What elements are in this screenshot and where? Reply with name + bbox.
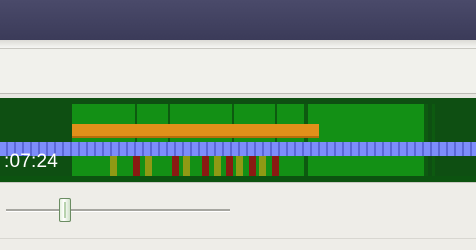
marker-olive[interactable] [145, 156, 152, 176]
marker-red[interactable] [249, 156, 256, 176]
title-bar-edge [0, 40, 476, 49]
toolbar-area [0, 49, 476, 93]
marker-olive[interactable] [236, 156, 243, 176]
lower-panel [0, 182, 476, 250]
timecode-label: :07:24 [4, 151, 59, 172]
toolbar-divider [0, 93, 476, 94]
zoom-slider-track[interactable] [6, 209, 230, 212]
marker-olive[interactable] [214, 156, 221, 176]
marker-red[interactable] [272, 156, 279, 176]
marker-olive[interactable] [183, 156, 190, 176]
marker-olive[interactable] [259, 156, 266, 176]
marker-red[interactable] [133, 156, 140, 176]
orange-clip-bar[interactable] [72, 124, 319, 138]
panel-divider [0, 238, 476, 239]
marker-red[interactable] [172, 156, 179, 176]
window-title-bar [0, 0, 476, 40]
marker-red[interactable] [202, 156, 209, 176]
timeline-ruler[interactable] [0, 142, 476, 156]
marker-olive[interactable] [110, 156, 117, 176]
zoom-slider-thumb[interactable] [59, 198, 71, 222]
marker-red[interactable] [226, 156, 233, 176]
